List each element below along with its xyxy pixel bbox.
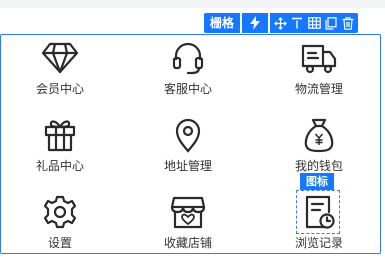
grid-item-label: 会员中心	[35, 82, 84, 96]
grid-item-gift-center[interactable]: 礼品中心	[0, 115, 120, 174]
selected-icon-outline	[296, 190, 340, 234]
grid-item-logistics[interactable]: 物流管理	[259, 38, 379, 97]
store-heart-icon	[168, 192, 208, 232]
move-icon[interactable]	[273, 16, 287, 30]
grid-item-member-center[interactable]: 会员中心	[0, 38, 120, 97]
delete-icon[interactable]	[341, 16, 355, 30]
grid-item-label: 礼品中心	[35, 159, 84, 173]
diamond-icon	[40, 38, 80, 78]
grid-toolbar: 栅格	[204, 13, 359, 33]
money-bag-icon	[299, 115, 339, 155]
grid-item-label: 浏览记录	[294, 236, 343, 250]
selected-component-tag[interactable]: 图标	[300, 173, 334, 190]
lightning-icon[interactable]	[242, 13, 269, 33]
grid-item-label: 收藏店铺	[163, 236, 212, 250]
truck-icon	[299, 38, 339, 78]
location-pin-icon	[168, 115, 208, 155]
grid-item-label: 地址管理	[163, 159, 212, 173]
grid-item-settings[interactable]: 设置	[0, 192, 120, 251]
grid-item-label: 设置	[47, 236, 72, 250]
grid-item-wallet[interactable]: 我的钱包	[259, 115, 379, 174]
gear-icon	[40, 192, 80, 232]
gift-icon	[40, 115, 80, 155]
headset-icon	[168, 38, 208, 78]
grid-item-label: 物流管理	[294, 82, 343, 96]
table-icon[interactable]	[307, 16, 321, 30]
grid-item-favorite-stores[interactable]: 收藏店铺	[128, 192, 248, 251]
grid-item-label: 客服中心	[163, 82, 212, 96]
grid-item-label: 我的钱包	[294, 159, 343, 173]
grid-label[interactable]: 栅格	[204, 13, 241, 33]
grid-item-customer-service[interactable]: 客服中心	[128, 38, 248, 97]
toolbar-actions	[270, 13, 359, 33]
align-top-icon[interactable]	[290, 16, 304, 30]
grid-item-address[interactable]: 地址管理	[128, 115, 248, 174]
top-strip	[0, 0, 385, 8]
copy-icon[interactable]	[324, 16, 338, 30]
